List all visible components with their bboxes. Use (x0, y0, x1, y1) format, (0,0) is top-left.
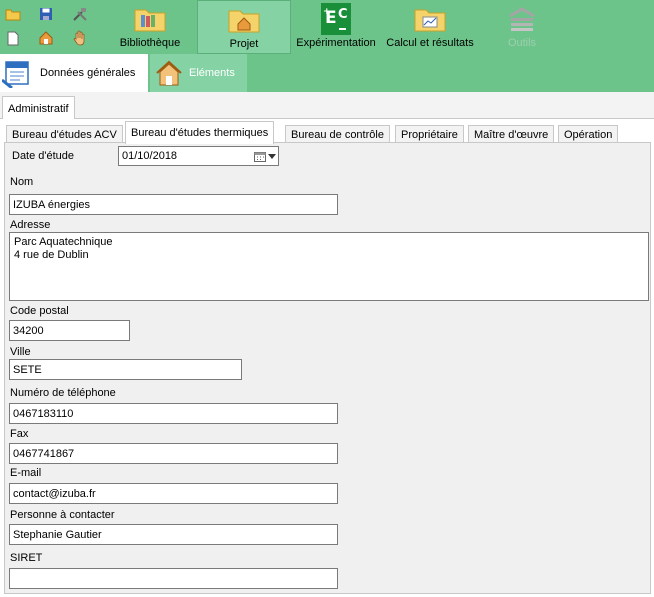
siret-field[interactable] (9, 568, 338, 589)
date-picker[interactable]: 01/10/2018 (118, 146, 279, 166)
email-label: E-mail (10, 467, 42, 479)
calcul-resultats-button[interactable]: Calcul et résultats (382, 0, 478, 54)
calcul-resultats-label: Calcul et résultats (386, 37, 474, 49)
adresse-field[interactable] (9, 232, 649, 301)
disabled-tool-icon (506, 4, 538, 34)
open-folder-icon[interactable] (5, 6, 21, 22)
fax-field[interactable] (9, 443, 338, 464)
experimentation-label: Expérimentation (296, 37, 376, 49)
date-label: Date d'étude (12, 150, 75, 162)
bibliotheque-label: Bibliothèque (119, 37, 181, 49)
save-icon[interactable] (38, 6, 54, 22)
tools-icon[interactable] (72, 6, 88, 22)
date-dropdown-button[interactable] (250, 147, 278, 165)
results-folder-icon (413, 4, 447, 34)
siret-label: SIRET (10, 552, 43, 564)
ville-field[interactable] (9, 359, 242, 380)
telephone-label: Numéro de téléphone (10, 387, 116, 399)
tab-bureau-acv[interactable]: Bureau d'études ACV (6, 125, 123, 143)
svg-text:C: C (338, 7, 348, 22)
contact-field[interactable] (9, 524, 338, 545)
subtab-donnees-generales[interactable]: Données générales (0, 54, 148, 92)
calendar-icon (254, 151, 266, 162)
code-postal-label: Code postal (10, 305, 69, 317)
tab-bureau-thermiques[interactable]: Bureau d'études thermiques (125, 121, 275, 144)
home-settings-icon[interactable] (38, 30, 54, 46)
subtab-donnees-label: Données générales (40, 67, 136, 79)
tab-operation[interactable]: Opération (558, 125, 619, 143)
library-folder-icon (133, 4, 167, 34)
disabled-ribbon-label: Outils (507, 37, 537, 49)
tab-bureau-controle[interactable]: Bureau de contrôle (285, 125, 390, 143)
code-postal-field[interactable] (9, 320, 130, 341)
bibliotheque-button[interactable]: Bibliothèque (112, 0, 188, 54)
project-folder-icon (227, 5, 261, 35)
subtab-elements-label: Eléments (189, 67, 235, 79)
fax-label: Fax (10, 428, 29, 440)
new-file-icon[interactable] (5, 30, 21, 46)
nom-label: Nom (10, 176, 34, 188)
experimentation-icon: E C + (321, 3, 351, 35)
subtab-elements[interactable]: Eléments (150, 54, 247, 92)
disabled-ribbon-button: Outils (484, 0, 560, 54)
chevron-down-icon (268, 153, 276, 159)
projet-button[interactable]: Projet (197, 0, 291, 54)
email-field[interactable] (9, 483, 338, 504)
hand-icon[interactable] (72, 30, 88, 46)
ville-label: Ville (10, 346, 31, 358)
tab-strip (0, 92, 654, 119)
projet-label: Projet (229, 38, 259, 50)
tab-proprietaire[interactable]: Propriétaire (395, 125, 464, 143)
experimentation-button[interactable]: E C + Expérimentation (294, 0, 378, 54)
ribbon: Bibliothèque Projet E C + Expérimentation … (0, 0, 654, 92)
tab-administratif[interactable]: Administratif (2, 96, 75, 120)
telephone-field[interactable] (9, 403, 338, 424)
date-value: 01/10/2018 (122, 150, 178, 162)
nom-field[interactable] (9, 194, 338, 215)
tab-maitre-oeuvre[interactable]: Maître d'œuvre (468, 125, 555, 143)
svg-text:+: + (323, 7, 331, 17)
house-icon (155, 59, 183, 87)
data-sheet-icon (2, 58, 34, 88)
adresse-label: Adresse (10, 219, 51, 231)
contact-label: Personne à contacter (10, 509, 115, 521)
